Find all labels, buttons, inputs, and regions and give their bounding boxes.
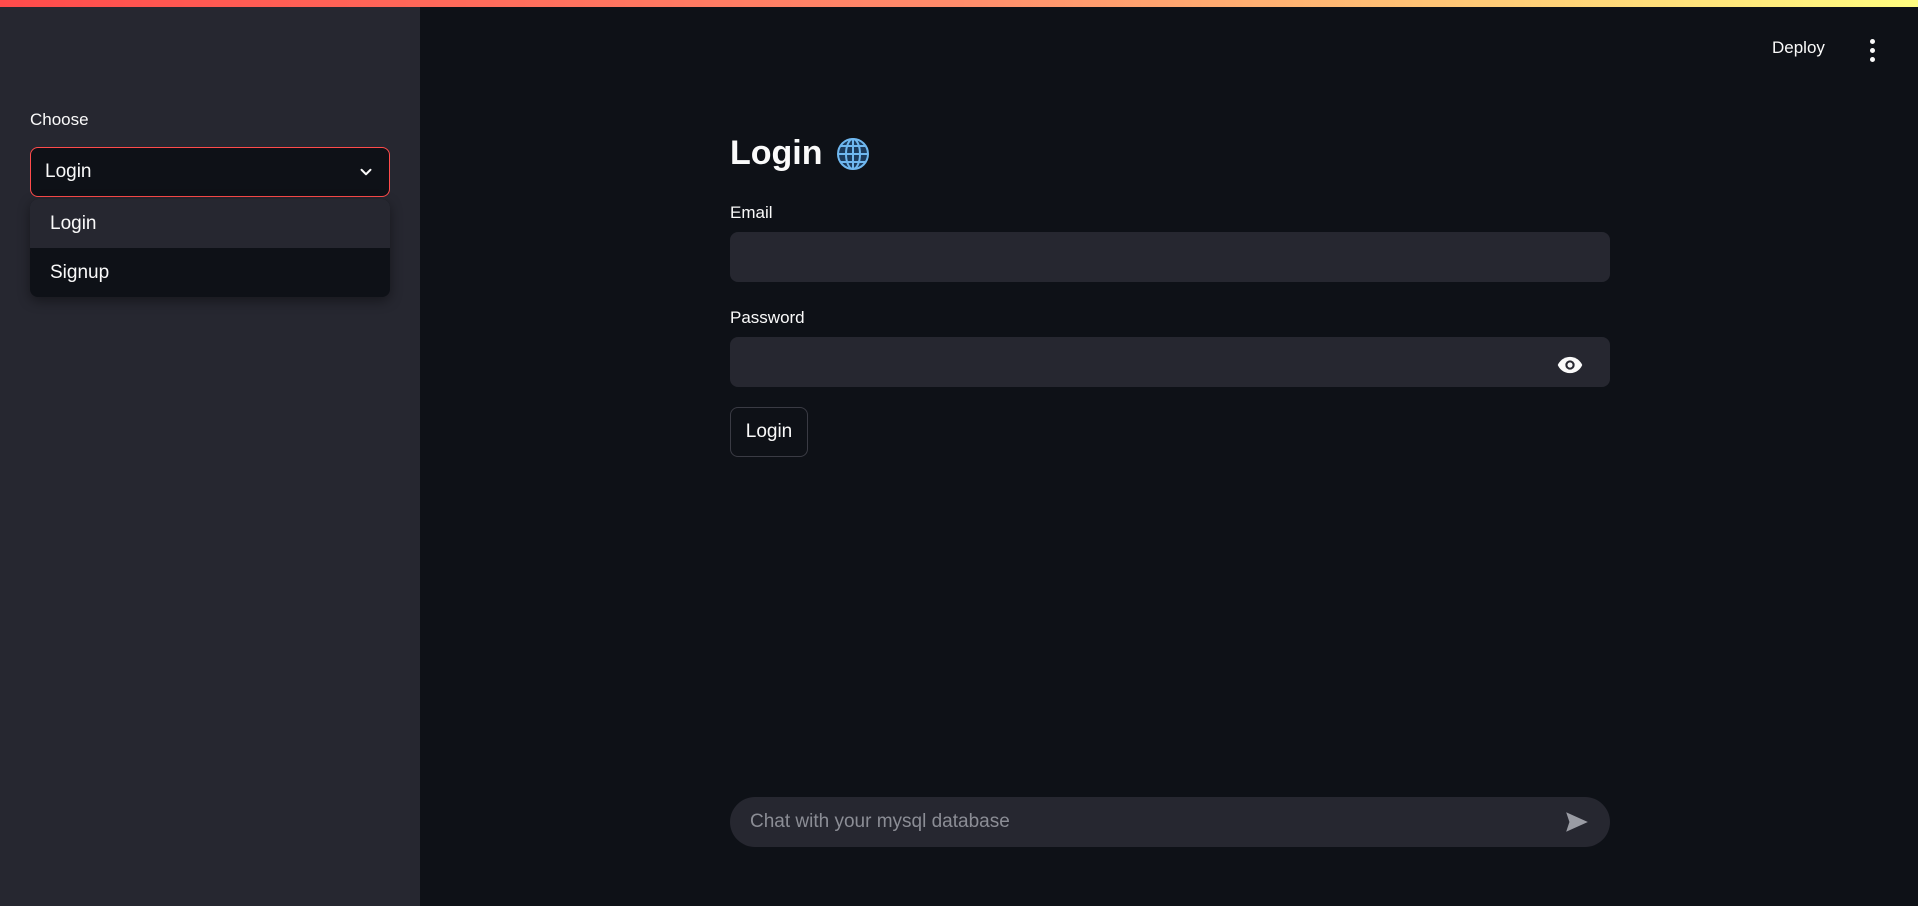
globe-icon bbox=[836, 137, 869, 170]
chat-input[interactable] bbox=[750, 811, 1564, 833]
select-dropdown: Login Signup bbox=[30, 199, 390, 297]
more-vertical-icon[interactable] bbox=[1862, 36, 1882, 64]
eye-icon[interactable] bbox=[1556, 351, 1584, 379]
login-button[interactable]: Login bbox=[730, 407, 808, 457]
password-field[interactable] bbox=[730, 337, 1610, 387]
select-label: Choose bbox=[30, 110, 89, 129]
email-field[interactable] bbox=[730, 232, 1610, 282]
sidebar: Choose Login Login Signup bbox=[0, 7, 420, 906]
password-label: Password bbox=[730, 308, 805, 327]
dropdown-option-login[interactable]: Login bbox=[30, 199, 390, 248]
chat-bar bbox=[730, 797, 1610, 847]
select-value: Login bbox=[45, 161, 92, 182]
page-title: Login bbox=[730, 134, 823, 172]
top-decoration-stripe bbox=[0, 0, 1918, 7]
chevron-down-icon bbox=[360, 168, 372, 176]
send-icon[interactable] bbox=[1564, 809, 1590, 835]
choose-select[interactable]: Login bbox=[30, 147, 390, 197]
deploy-button[interactable]: Deploy bbox=[1772, 38, 1825, 58]
dropdown-option-signup[interactable]: Signup bbox=[30, 248, 390, 297]
title-row: Login bbox=[730, 134, 871, 173]
email-label: Email bbox=[730, 203, 773, 222]
